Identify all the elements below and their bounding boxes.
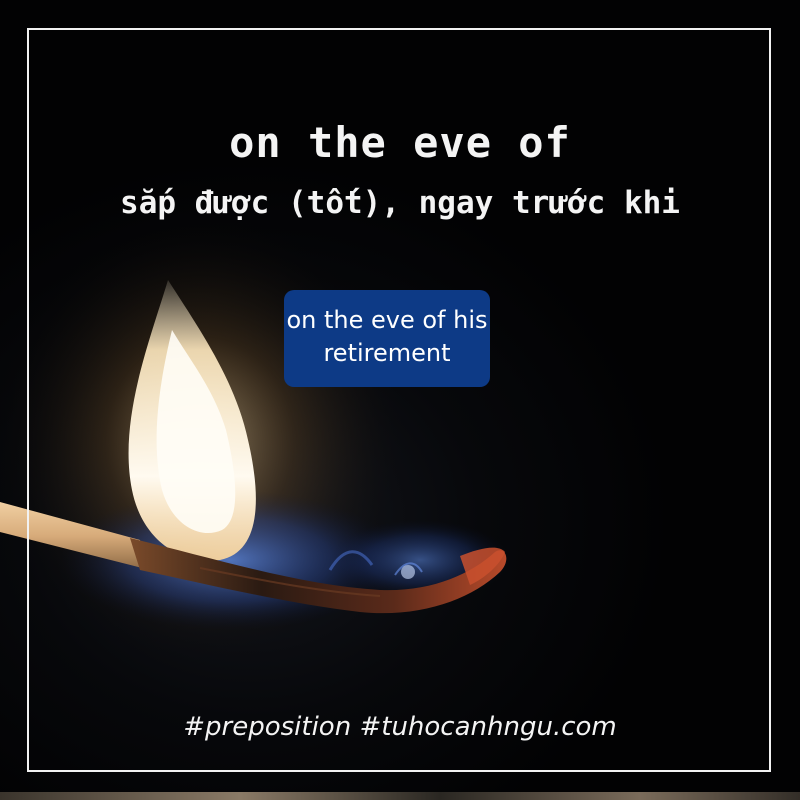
phrase-meaning: sắp được (tốt), ngay trước khi: [120, 185, 680, 221]
example-box: on the eve of his retirement: [284, 290, 490, 387]
example-line-1: on the eve of his: [286, 306, 488, 334]
flashcard-canvas: on the eve of sắp được (tốt), ngay trước…: [0, 0, 800, 800]
hashtags-footer: #preposition #tuhocanhngu.com: [183, 712, 617, 742]
phrase-title: on the eve of: [229, 118, 571, 167]
bottom-photo-strip: [0, 792, 800, 800]
example-line-2: retirement: [323, 339, 451, 367]
